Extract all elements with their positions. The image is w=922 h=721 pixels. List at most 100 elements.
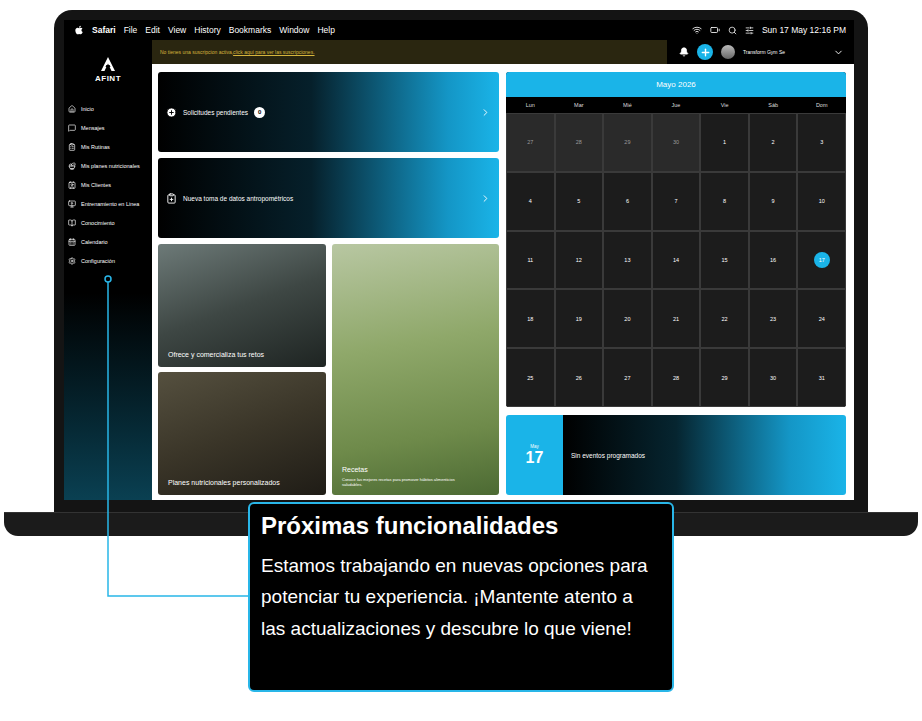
logo-icon — [100, 56, 116, 72]
calendar-day[interactable]: 14 — [652, 231, 701, 290]
avatar[interactable] — [721, 45, 735, 59]
calendar-day[interactable]: 30 — [652, 113, 701, 172]
calendar-day[interactable]: 6 — [603, 172, 652, 231]
calendar-week: 45678910 — [506, 172, 846, 231]
calendar-day[interactable]: 16 — [749, 231, 798, 290]
sidebar-item[interactable]: Conocimiento — [68, 216, 152, 229]
menu-item[interactable]: History — [194, 25, 220, 35]
bell-icon[interactable] — [679, 47, 689, 57]
calendar-day[interactable]: 28 — [652, 348, 701, 407]
calendar-day[interactable]: 21 — [652, 289, 701, 348]
menu-item[interactable]: File — [124, 25, 138, 35]
calendar-day[interactable]: 11 — [506, 231, 555, 290]
plus-icon — [700, 47, 711, 58]
weekday: Vie — [700, 97, 749, 113]
weekday: Mar — [555, 97, 604, 113]
weekday: Lun — [506, 97, 555, 113]
nav-icon — [68, 162, 76, 170]
action-card[interactable]: Solicitudes pendientes0 — [158, 72, 499, 152]
add-circle-icon — [166, 107, 177, 118]
nav-icon — [68, 143, 76, 151]
sidebar-item[interactable]: Entrenamiento en Linea — [68, 197, 152, 210]
calendar-week: 18192021222324 — [506, 289, 846, 348]
calendar-day[interactable]: 10 — [797, 172, 846, 231]
calendar-day[interactable]: 27 — [603, 348, 652, 407]
calendar-day[interactable]: 19 — [555, 289, 604, 348]
top-bar: No tienes una suscripcion activa, click … — [152, 40, 854, 64]
calendar-day[interactable]: 31 — [797, 348, 846, 407]
add-button[interactable] — [697, 44, 713, 60]
calendar-week: 25262728293031 — [506, 348, 846, 407]
nav-icon — [68, 181, 76, 189]
weekday: Jue — [652, 97, 701, 113]
calendar-day[interactable]: 20 — [603, 289, 652, 348]
calendar-day[interactable]: 13 — [603, 231, 652, 290]
status-area: Sun 17 May 12:16 PM — [692, 25, 846, 35]
content: Solicitudes pendientes0Nueva toma de dat… — [152, 64, 854, 500]
calendar-day[interactable]: 24 — [797, 289, 846, 348]
menu-item[interactable]: Window — [279, 25, 309, 35]
callout-title: Próximas funcionalidades — [261, 512, 660, 540]
chevron-down-icon[interactable] — [833, 47, 844, 58]
calendar-day[interactable]: 23 — [749, 289, 798, 348]
calendar-day[interactable]: 30 — [749, 348, 798, 407]
sidebar-item[interactable]: Inicio — [68, 102, 152, 115]
calendar-day[interactable]: 15 — [700, 231, 749, 290]
nav-icon — [68, 200, 76, 208]
feature-card[interactable]: Planes nutricionales personalizados — [158, 372, 326, 495]
sidebar-item[interactable]: Mis Clientes — [68, 178, 152, 191]
logo[interactable]: AFINT — [64, 40, 152, 98]
calendar: Mayo 2026LunMarMiéJueVieSábDom2728293012… — [506, 72, 846, 407]
user-name[interactable]: Transform Gym Se — [743, 49, 785, 55]
calendar-day[interactable]: 29 — [700, 348, 749, 407]
search-icon[interactable] — [728, 26, 737, 35]
nav-icon — [68, 124, 76, 132]
calendar-day[interactable]: 2 — [749, 113, 798, 172]
sidebar-item[interactable]: Mis planes nutricionales — [68, 159, 152, 172]
calendar-day[interactable]: 29 — [603, 113, 652, 172]
count-badge: 0 — [254, 107, 265, 118]
nav-icon — [68, 219, 76, 227]
calendar-day[interactable]: 28 — [555, 113, 604, 172]
calendar-day[interactable]: 3 — [797, 113, 846, 172]
calendar-day[interactable]: 25 — [506, 348, 555, 407]
menu-item[interactable]: Bookmarks — [229, 25, 272, 35]
calendar-day[interactable]: 17 — [797, 231, 846, 290]
calendar-week: 11121314151617 — [506, 231, 846, 290]
app-menu[interactable]: Safari — [92, 25, 116, 35]
sidebar-item[interactable]: Configuración — [68, 254, 152, 267]
calendar-day[interactable]: 27 — [506, 113, 555, 172]
weekday-row: LunMarMiéJueVieSábDom — [506, 97, 846, 113]
calendar-day[interactable]: 4 — [506, 172, 555, 231]
page: Safari File Edit View History Bookmarks Window… — [0, 0, 922, 721]
calendar-day[interactable]: 26 — [555, 348, 604, 407]
menu-item[interactable]: Edit — [145, 25, 160, 35]
user-bar: Transform Gym Se — [667, 40, 854, 64]
feature-card[interactable]: Ofrece y comercializa tus retos — [158, 244, 326, 367]
calendar-day[interactable]: 12 — [555, 231, 604, 290]
chevron-right-icon — [480, 193, 491, 204]
sidebar-item[interactable]: Mis Rutinas — [68, 140, 152, 153]
nav-icon — [68, 105, 76, 113]
feature-card[interactable]: RecetasConoce las mejores recetas para p… — [332, 244, 499, 495]
calendar-day[interactable]: 18 — [506, 289, 555, 348]
battery-icon[interactable] — [710, 25, 720, 35]
calendar-day[interactable]: 7 — [652, 172, 701, 231]
apple-icon[interactable] — [74, 25, 84, 35]
menu-item[interactable]: View — [168, 25, 186, 35]
sidebar-item[interactable]: Calendario — [68, 235, 152, 248]
sidebar-item[interactable]: Mensajes — [68, 121, 152, 134]
screen: Safari File Edit View History Bookmarks Window… — [64, 20, 854, 500]
calendar-day[interactable]: 22 — [700, 289, 749, 348]
calendar-day[interactable]: 8 — [700, 172, 749, 231]
calendar-day[interactable]: 1 — [700, 113, 749, 172]
subscription-link[interactable]: click aquí para ver las suscripciones. — [233, 49, 314, 55]
control-center-icon[interactable] — [745, 26, 754, 35]
clock: Sun 17 May 12:16 PM — [762, 25, 846, 35]
menu-item[interactable]: Help — [317, 25, 334, 35]
calendar-day[interactable]: 5 — [555, 172, 604, 231]
action-card[interactable]: Nueva toma de datos antropométricos — [158, 158, 499, 238]
wifi-icon[interactable] — [692, 25, 702, 35]
weekday: Mié — [603, 97, 652, 113]
calendar-day[interactable]: 9 — [749, 172, 798, 231]
